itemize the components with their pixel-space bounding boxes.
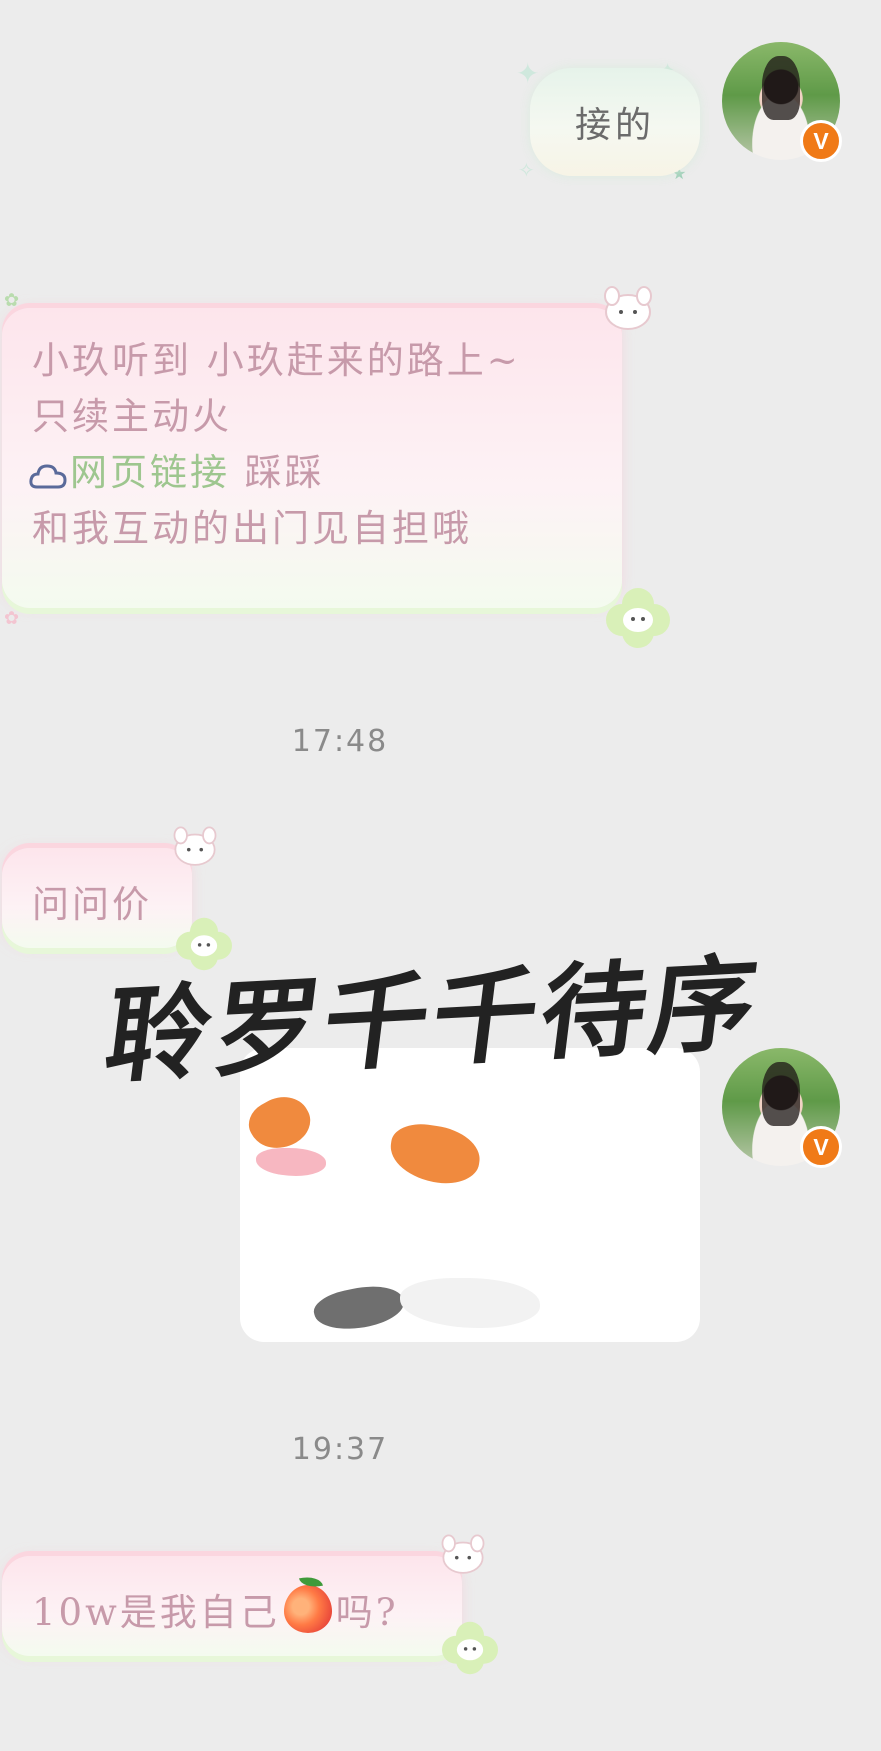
message-text: 接的 [574,105,655,146]
verified-badge-icon: V [800,120,842,162]
message-text [230,451,245,494]
message-line: 和我互动的出门见自担哦 [32,507,472,550]
their-message-bubble[interactable]: 10w是我自己 吗? [2,1556,462,1656]
redaction-smear [386,1120,484,1188]
my-message-bubble[interactable]: 接的 [530,68,700,176]
message-line: 只续主动火 [32,395,232,438]
their-message-bubble[interactable]: 问问价 [2,848,192,948]
bunny-sticker-icon [441,1534,485,1574]
message-line-link: 网页链接 踩踩 [28,442,325,496]
redaction-smear [310,1279,408,1337]
shared-image-card[interactable] [240,1048,700,1342]
sparkle-icon: ✦ [516,57,540,90]
sparkle-icon: ✿ [4,608,20,629]
message-text: 问问价 [32,883,152,926]
cloud-icon [29,463,67,488]
bunny-sticker-icon [173,826,217,866]
their-message-bubble[interactable]: 小玖听到 小玖赶来的路上~ 只续主动火 网页链接 踩踩 和我互动的出门见自担哦 [2,308,622,608]
timestamp: 19:37 [291,1432,389,1467]
message-text: 踩踩 [244,451,325,494]
webpage-link[interactable]: 网页链接 [70,451,230,494]
sparkle-icon: ✿ [4,290,20,311]
message-line: 小玖听到 小玖赶来的路上~ [32,339,521,382]
redaction-smear [256,1148,326,1176]
timestamp: 17:48 [291,724,389,759]
sparkle-icon: ✧ [518,158,535,182]
clover-sticker-icon [606,588,670,648]
bunny-sticker-icon [604,286,652,330]
verified-badge-icon: V [800,1126,842,1168]
redaction-smear [400,1278,540,1328]
message-text: 10w是我自己 [32,1591,280,1634]
peach-emoji-icon [283,1585,332,1633]
message-line: 10w是我自己 吗? [32,1582,399,1636]
clover-sticker-icon [442,1621,498,1675]
message-text: 吗? [335,1591,399,1634]
